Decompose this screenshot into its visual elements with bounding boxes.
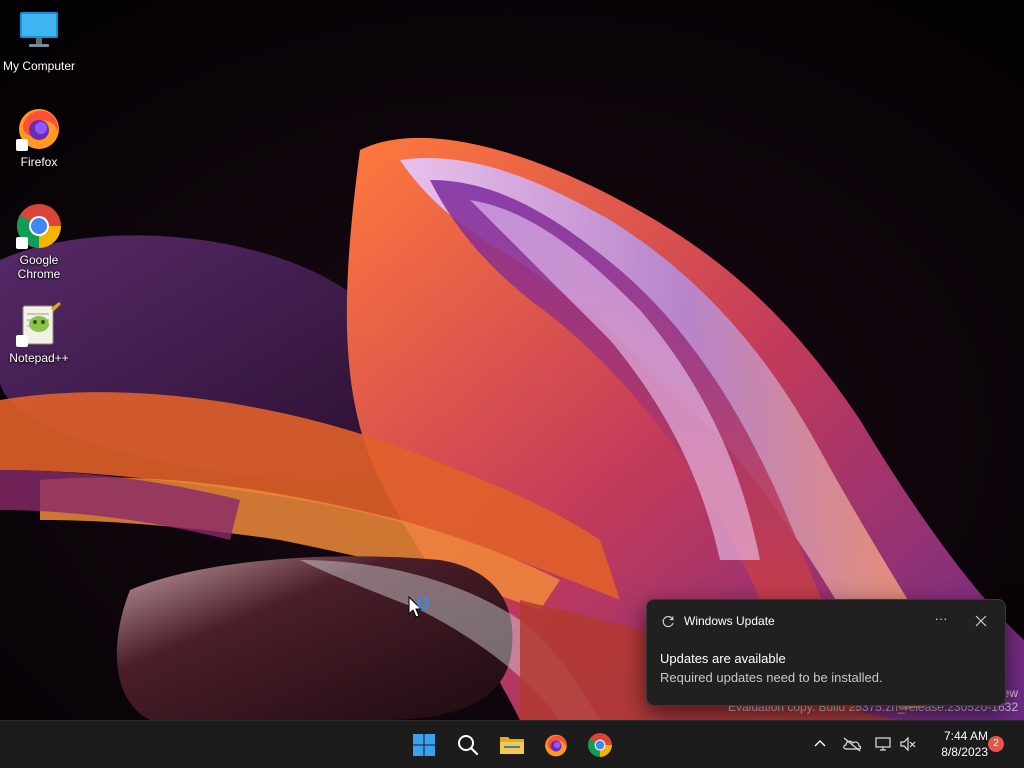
start-button[interactable] (406, 728, 442, 762)
network-icon (875, 737, 891, 751)
desktop-icon-my-computer[interactable]: My Computer (1, 8, 77, 73)
close-notification-button[interactable] (969, 610, 993, 632)
chrome-icon (588, 733, 612, 757)
desktop-icon-label: My Computer (2, 59, 76, 73)
more-options-button[interactable]: ··· (929, 610, 953, 632)
notification-title: Updates are available (660, 651, 786, 666)
windows-update-notification[interactable]: Windows Update ··· Updates are available… (646, 599, 1006, 706)
notification-count-badge[interactable]: 2 (988, 736, 1004, 752)
clock-button[interactable]: 7:44 AM 8/8/2023 (926, 728, 988, 760)
folder-icon (500, 737, 524, 754)
desktop-icon-label: Notepad++ (9, 351, 69, 365)
notification-app-name: Windows Update (684, 614, 775, 628)
desktop-icon-notepad-plus-plus[interactable]: Notepad++ (1, 300, 77, 365)
file-explorer-button[interactable] (494, 728, 530, 762)
chrome-taskbar-button[interactable] (582, 728, 618, 762)
firefox-taskbar-button[interactable] (538, 728, 574, 762)
desktop-icon-firefox[interactable]: Firefox (1, 104, 77, 169)
monitor-icon (15, 8, 63, 56)
volume-muted-icon (900, 736, 916, 752)
notification-body: Required updates need to be installed. (660, 670, 883, 685)
desktop[interactable]: My Computer Firefox Google Chrome Notepa… (0, 0, 1024, 768)
desktop-icon-label: Google Chrome (17, 253, 61, 281)
chrome-icon (15, 202, 63, 250)
shortcut-arrow-icon (16, 139, 28, 151)
network-button[interactable] (874, 734, 894, 754)
close-icon (975, 615, 987, 627)
chevron-up-icon (814, 740, 826, 747)
search-button[interactable] (450, 728, 486, 762)
search-icon (458, 735, 479, 756)
volume-button[interactable] (898, 734, 918, 754)
onedrive-button[interactable] (842, 734, 862, 754)
show-hidden-icons-button[interactable] (810, 734, 830, 754)
firefox-icon (545, 734, 567, 757)
taskbar: 7:44 AM 8/8/2023 (0, 720, 1024, 768)
clock-date: 8/8/2023 (941, 745, 988, 759)
desktop-icon-google-chrome[interactable]: Google Chrome (1, 202, 77, 281)
desktop-icon-label: Firefox (20, 155, 58, 169)
firefox-icon (15, 104, 63, 152)
clock-time: 7:44 AM (943, 729, 988, 743)
windows-logo-icon (413, 734, 435, 756)
refresh-icon (662, 615, 674, 628)
notepad-plus-plus-icon (15, 300, 63, 348)
busy-cursor-icon (408, 596, 429, 618)
onedrive-offline-icon (843, 737, 862, 752)
shortcut-arrow-icon (16, 335, 28, 347)
shortcut-arrow-icon (16, 237, 28, 249)
